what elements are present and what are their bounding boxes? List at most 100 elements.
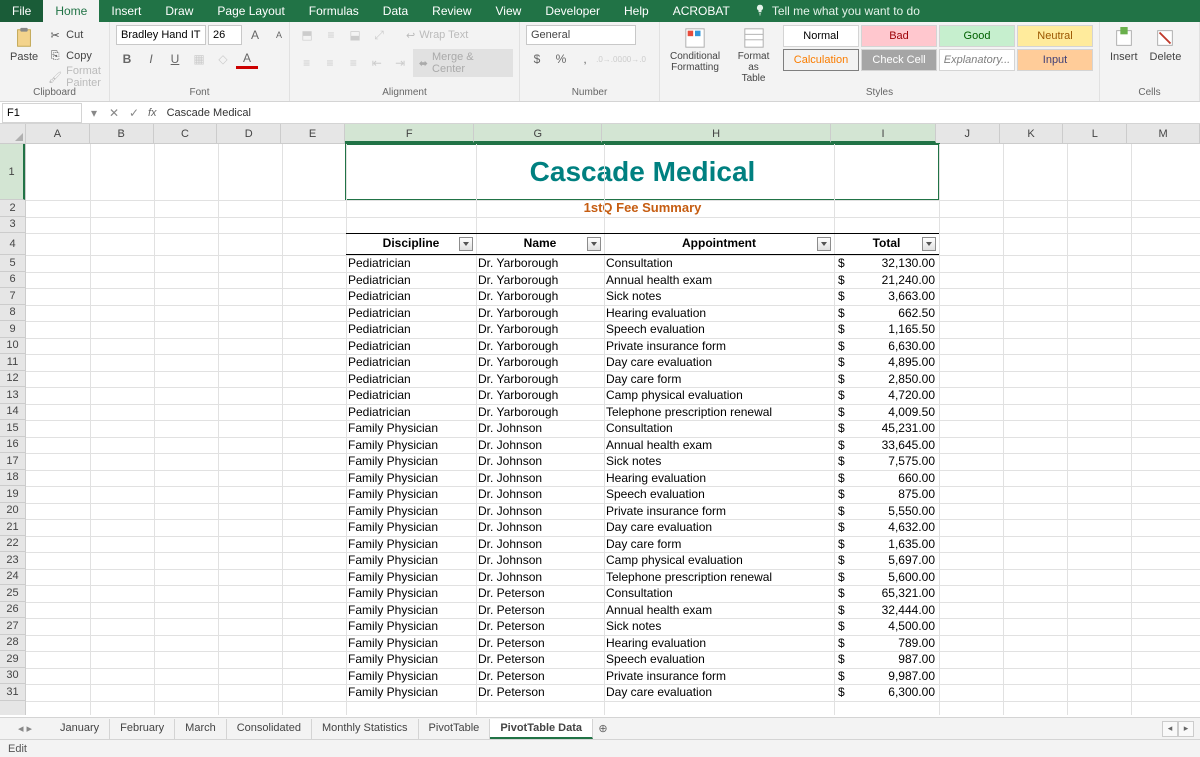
- delete-cells-button[interactable]: Delete: [1146, 25, 1186, 65]
- table-cell[interactable]: Sick notes: [606, 454, 832, 468]
- underline-button[interactable]: U: [164, 49, 186, 69]
- table-cell[interactable]: Family Physician: [348, 438, 474, 452]
- sheet-tab-pivottable[interactable]: PivotTable: [419, 719, 491, 739]
- tab-view[interactable]: View: [484, 0, 534, 22]
- table-cell[interactable]: Dr. Peterson: [478, 619, 602, 633]
- table-cell[interactable]: Family Physician: [348, 586, 474, 600]
- paste-button[interactable]: Paste: [6, 25, 42, 65]
- column-header-J[interactable]: J: [936, 124, 1000, 143]
- row-header-14[interactable]: 14: [0, 404, 25, 421]
- table-cell[interactable]: Family Physician: [348, 504, 474, 518]
- table-cell[interactable]: Dr. Johnson: [478, 471, 602, 485]
- table-cell[interactable]: Camp physical evaluation: [606, 553, 832, 567]
- font-size-combo[interactable]: [208, 25, 242, 45]
- row-header-31[interactable]: 31: [0, 684, 25, 701]
- row-header-28[interactable]: 28: [0, 635, 25, 652]
- table-cell[interactable]: Dr. Johnson: [478, 438, 602, 452]
- sheet-tab-monthly-statistics[interactable]: Monthly Statistics: [312, 719, 419, 739]
- row-header-8[interactable]: 8: [0, 305, 25, 322]
- column-header-H[interactable]: H: [602, 124, 831, 143]
- table-cell[interactable]: Day care evaluation: [606, 685, 832, 699]
- table-cell[interactable]: Pediatrician: [348, 405, 474, 419]
- column-header-G[interactable]: G: [474, 124, 602, 143]
- table-cell[interactable]: Speech evaluation: [606, 487, 832, 501]
- align-right-button[interactable]: ≡: [343, 53, 364, 73]
- table-cell[interactable]: Speech evaluation: [606, 322, 832, 336]
- orientation-button[interactable]: ⤢: [368, 25, 390, 45]
- column-header-E[interactable]: E: [281, 124, 345, 143]
- table-cell-total[interactable]: 32,130.00: [846, 256, 935, 270]
- tab-formulas[interactable]: Formulas: [297, 0, 371, 22]
- column-header-L[interactable]: L: [1063, 124, 1127, 143]
- filter-button-appointment[interactable]: [817, 237, 831, 251]
- increase-indent-button[interactable]: ⇥: [389, 53, 410, 73]
- align-middle-button[interactable]: ≡: [320, 25, 342, 45]
- table-cell[interactable]: Dr. Yarborough: [478, 372, 602, 386]
- row-header-27[interactable]: 27: [0, 618, 25, 635]
- table-cell[interactable]: Telephone prescription renewal: [606, 405, 832, 419]
- filter-button-total[interactable]: [922, 237, 936, 251]
- table-cell-total[interactable]: 45,231.00: [846, 421, 935, 435]
- table-cell-total[interactable]: 65,321.00: [846, 586, 935, 600]
- table-cell[interactable]: Pediatrician: [348, 289, 474, 303]
- table-cell[interactable]: Sick notes: [606, 289, 832, 303]
- add-sheet-button[interactable]: ⊕: [593, 722, 613, 735]
- table-cell[interactable]: Family Physician: [348, 669, 474, 683]
- column-header-F[interactable]: F: [345, 124, 475, 143]
- table-cell[interactable]: Annual health exam: [606, 603, 832, 617]
- row-header-24[interactable]: 24: [0, 569, 25, 586]
- table-cell-total[interactable]: 32,444.00: [846, 603, 935, 617]
- tab-file[interactable]: File: [0, 0, 43, 22]
- tell-me-search[interactable]: Tell me what you want to do: [742, 0, 920, 22]
- table-cell[interactable]: Dr. Johnson: [478, 454, 602, 468]
- table-cell[interactable]: Dr. Johnson: [478, 504, 602, 518]
- wrap-text-button[interactable]: ↩Wrap Text: [404, 25, 470, 45]
- table-cell[interactable]: Annual health exam: [606, 438, 832, 452]
- table-cell[interactable]: Day care form: [606, 372, 832, 386]
- scroll-right-icon[interactable]: ▸: [1178, 721, 1194, 737]
- table-cell[interactable]: Dr. Johnson: [478, 553, 602, 567]
- table-cell[interactable]: Dr. Yarborough: [478, 306, 602, 320]
- accept-formula-button[interactable]: ✓: [124, 106, 144, 120]
- style-calculation[interactable]: Calculation: [783, 49, 859, 71]
- row-header-9[interactable]: 9: [0, 321, 25, 338]
- fill-color-button[interactable]: ◇: [212, 49, 234, 69]
- sheet-tab-consolidated[interactable]: Consolidated: [227, 719, 312, 739]
- style-bad[interactable]: Bad: [861, 25, 937, 47]
- table-cell[interactable]: Pediatrician: [348, 256, 474, 270]
- decrease-font-button[interactable]: A: [268, 25, 290, 45]
- cells-area[interactable]: Cascade Medical 1stQ Fee Summary Discipl…: [26, 144, 1200, 715]
- column-header-A[interactable]: A: [26, 124, 90, 143]
- table-cell[interactable]: Pediatrician: [348, 388, 474, 402]
- table-cell[interactable]: Dr. Yarborough: [478, 388, 602, 402]
- row-header-17[interactable]: 17: [0, 453, 25, 470]
- tab-page-layout[interactable]: Page Layout: [205, 0, 296, 22]
- table-cell[interactable]: Telephone prescription renewal: [606, 570, 832, 584]
- table-cell[interactable]: Family Physician: [348, 553, 474, 567]
- table-cell-total[interactable]: 2,850.00: [846, 372, 935, 386]
- table-cell[interactable]: Family Physician: [348, 619, 474, 633]
- align-top-button[interactable]: ⬒: [296, 25, 318, 45]
- table-cell[interactable]: Dr. Peterson: [478, 603, 602, 617]
- row-header-29[interactable]: 29: [0, 651, 25, 668]
- currency-button[interactable]: $: [526, 49, 548, 69]
- style-input[interactable]: Input: [1017, 49, 1093, 71]
- style-normal[interactable]: Normal: [783, 25, 859, 47]
- conditional-formatting-button[interactable]: ConditionalFormatting: [666, 25, 724, 75]
- table-cell[interactable]: Dr. Johnson: [478, 537, 602, 551]
- number-format-combo[interactable]: [526, 25, 636, 45]
- table-cell[interactable]: Family Physician: [348, 471, 474, 485]
- table-cell[interactable]: Day care evaluation: [606, 355, 832, 369]
- table-cell[interactable]: Family Physician: [348, 570, 474, 584]
- percent-button[interactable]: %: [550, 49, 572, 69]
- table-cell[interactable]: Dr. Yarborough: [478, 273, 602, 287]
- table-cell[interactable]: Dr. Yarborough: [478, 355, 602, 369]
- tab-draw[interactable]: Draw: [153, 0, 205, 22]
- table-cell-total[interactable]: 4,500.00: [846, 619, 935, 633]
- column-header-D[interactable]: D: [217, 124, 281, 143]
- row-header-2[interactable]: 2: [0, 200, 25, 217]
- italic-button[interactable]: I: [140, 49, 162, 69]
- font-name-combo[interactable]: [116, 25, 206, 45]
- table-cell[interactable]: Pediatrician: [348, 372, 474, 386]
- tab-review[interactable]: Review: [420, 0, 483, 22]
